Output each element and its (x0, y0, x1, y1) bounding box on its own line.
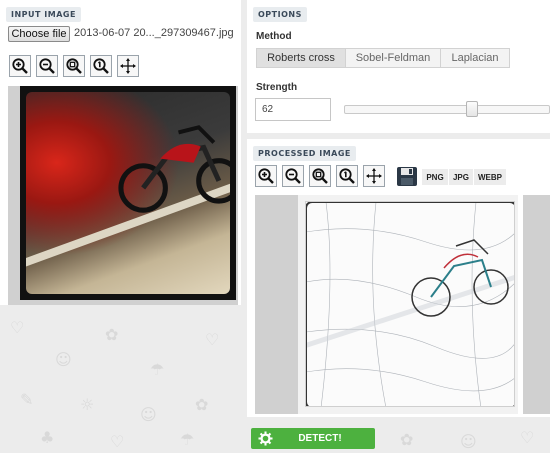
method-label: Method (256, 31, 292, 42)
doodle-icon: ♣ (40, 428, 55, 447)
format-png-button[interactable]: PNG (422, 169, 448, 185)
doodle-icon: ☺ (55, 350, 72, 369)
strength-slider-thumb[interactable] (466, 101, 478, 117)
move-button[interactable] (117, 55, 139, 77)
method-sobel-feldman-button[interactable]: Sobel-Feldman (345, 48, 441, 68)
doodle-icon: ♡ (520, 428, 535, 447)
input-section-title: INPUT IMAGE (6, 7, 81, 22)
doodle-icon: ♡ (205, 330, 220, 349)
doodle-icon: ✿ (105, 325, 119, 344)
processed-right-border (518, 195, 523, 414)
processed-image-viewport[interactable] (255, 195, 550, 414)
zoom-in-icon (258, 168, 274, 184)
zoom-in-icon (12, 58, 28, 74)
zoom-fit-button[interactable] (63, 55, 85, 77)
method-laplacian-button[interactable]: Laplacian (440, 48, 510, 68)
move-icon (120, 58, 136, 74)
input-image (20, 86, 236, 300)
input-panel: INPUT IMAGE Choose file 2013-06-07 20...… (0, 0, 241, 305)
save-button[interactable] (396, 166, 418, 187)
processed-zoom-actual-button[interactable] (336, 165, 358, 187)
zoom-fit-icon (66, 58, 82, 74)
detect-button[interactable]: DETECT! (251, 428, 375, 449)
processed-image (305, 201, 515, 407)
processed-zoom-out-button[interactable] (282, 165, 304, 187)
processed-zoom-fit-button[interactable] (309, 165, 331, 187)
doodle-icon: ♡ (10, 318, 25, 337)
zoom-out-icon (39, 58, 55, 74)
doodle-icon: ✿ (195, 395, 209, 414)
strength-input[interactable]: 62 (255, 98, 331, 121)
choose-file-button[interactable]: Choose file (8, 26, 70, 42)
doodle-icon: ☺ (460, 432, 477, 451)
zoom-out-button[interactable] (36, 55, 58, 77)
doodle-icon: ✿ (400, 430, 414, 449)
method-roberts-cross-button[interactable]: Roberts cross (256, 48, 346, 68)
zoom-actual-button[interactable] (90, 55, 112, 77)
doodle-icon: ☂ (180, 430, 195, 449)
input-image-viewport[interactable] (8, 86, 238, 305)
processed-section-title: PROCESSED IMAGE (253, 146, 356, 161)
strength-label: Strength (256, 82, 298, 93)
options-section-title: OPTIONS (253, 7, 307, 22)
doodle-icon: ☂ (150, 360, 165, 379)
format-webp-button[interactable]: WEBP (474, 169, 506, 185)
zoom-out-icon (285, 168, 301, 184)
doodle-icon: ✎ (20, 390, 34, 409)
processed-move-button[interactable] (363, 165, 385, 187)
processed-zoom-in-button[interactable] (255, 165, 277, 187)
format-jpg-button[interactable]: JPG (449, 169, 473, 185)
zoom-in-button[interactable] (9, 55, 31, 77)
doodle-icon: ☺ (140, 405, 157, 424)
doodle-icon: ♡ (110, 432, 125, 451)
zoom-fit-icon (312, 168, 328, 184)
strength-slider-track[interactable] (344, 105, 550, 114)
save-icon (397, 167, 417, 186)
zoom-actual-icon (339, 168, 355, 184)
doodle-icon: ☼ (80, 395, 95, 414)
selected-file-name: 2013-06-07 20..._297309467.jpg (74, 27, 234, 39)
zoom-actual-icon (93, 58, 109, 74)
detect-button-label: DETECT! (298, 433, 342, 444)
move-icon (366, 168, 382, 184)
